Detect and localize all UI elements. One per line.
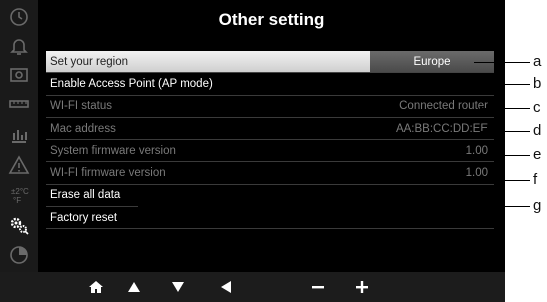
setting-value: 1.00 xyxy=(465,167,488,180)
page-title: Other setting xyxy=(218,10,325,29)
pie-chart-icon[interactable] xyxy=(0,242,38,268)
home-icon[interactable] xyxy=(82,272,110,302)
svg-text:°F: °F xyxy=(13,196,21,205)
setting-label: System firmware version xyxy=(50,144,176,157)
setting-row-erase-all-data[interactable]: Erase all data xyxy=(46,185,494,208)
callout-label-a: a xyxy=(533,53,542,70)
setting-row-ap-mode[interactable]: Enable Access Point (AP mode) xyxy=(46,73,494,96)
down-arrow-icon[interactable] xyxy=(164,272,192,302)
callout-label-c: c xyxy=(533,99,541,116)
callout-line-a xyxy=(474,62,530,63)
callout-line-c xyxy=(480,108,530,109)
clock-icon[interactable] xyxy=(0,4,38,30)
setting-label: Erase all data xyxy=(50,189,121,202)
setting-value: Connected router xyxy=(399,100,488,113)
camera-icon[interactable] xyxy=(0,62,38,88)
up-arrow-icon[interactable] xyxy=(120,272,148,302)
setting-label: WI-FI firmware version xyxy=(50,167,166,180)
callout-line-g xyxy=(138,206,530,207)
setting-label: Factory reset xyxy=(50,211,118,224)
callout-label-b: b xyxy=(533,75,542,92)
callout-label-f: f xyxy=(533,171,538,188)
setting-row-factory-reset[interactable]: Factory reset xyxy=(46,207,494,230)
svg-text:±2°C: ±2°C xyxy=(11,187,29,196)
setting-row-wifi-firmware: WI-FI firmware version 1.00 xyxy=(46,162,494,185)
setting-label: Set your region xyxy=(50,55,128,68)
callout-label-e: e xyxy=(533,146,542,163)
ruler-icon[interactable] xyxy=(0,91,38,117)
callout-label-d: d xyxy=(533,122,542,139)
setting-row-region[interactable]: Set your region Europe xyxy=(46,51,494,74)
warning-icon[interactable] xyxy=(0,152,38,178)
setting-label: Enable Access Point (AP mode) xyxy=(50,77,213,90)
device-screen: ±2°C °F Other setting Set your region Eur… xyxy=(0,0,505,302)
setting-row-system-firmware: System firmware version 1.00 xyxy=(46,140,494,163)
callout-line-d xyxy=(480,131,530,132)
setting-label: Mac address xyxy=(50,122,116,135)
setting-row-wifi-status: WI-FI status Connected router xyxy=(46,96,494,118)
chart-icon[interactable] xyxy=(0,122,38,148)
callout-line-b xyxy=(474,84,530,85)
plus-icon[interactable] xyxy=(348,272,376,302)
setting-row-mac-address: Mac address AA:BB:CC:DD:EE xyxy=(46,118,494,141)
setting-value: AA:BB:CC:DD:EE xyxy=(395,122,488,135)
bottom-navigation-bar xyxy=(0,272,505,302)
callout-label-g: g xyxy=(533,197,542,214)
callout-line-e xyxy=(480,155,530,156)
settings-gear-icon[interactable] xyxy=(0,212,38,238)
sidebar: ±2°C °F xyxy=(0,0,38,272)
minus-icon[interactable] xyxy=(304,272,332,302)
callout-line-f xyxy=(480,180,530,181)
temperature-unit-icon[interactable]: ±2°C °F xyxy=(0,182,38,208)
left-arrow-icon[interactable] xyxy=(212,272,240,302)
settings-list: Set your region Europe Enable Access Poi… xyxy=(46,51,494,230)
setting-label: WI-FI status xyxy=(50,100,112,113)
alarm-bell-icon[interactable] xyxy=(0,33,38,59)
